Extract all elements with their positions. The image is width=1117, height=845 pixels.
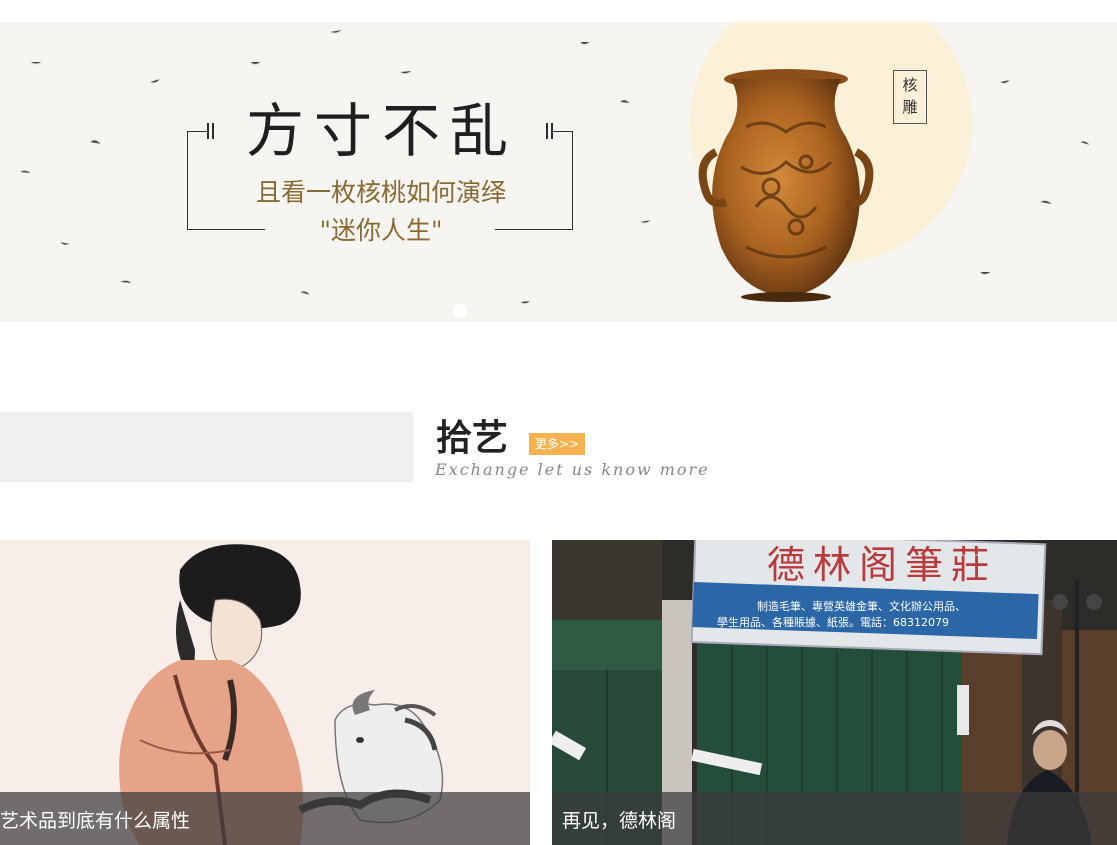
label-char-1: 核 [902,76,918,94]
section-bar [0,412,413,482]
hero-banner[interactable]: 方寸不乱 且看一枚核桃如何演绎 "迷你人生" 核 雕 [0,22,1117,322]
category-label: 核 雕 [893,70,927,124]
sign-main-text: 德林阁筆莊 [767,543,997,587]
banner-title: 方寸不乱 [245,97,518,165]
banner-subtitle-line2: "迷你人生" [319,216,443,245]
banner-subtitle-line1: 且看一枚核桃如何演绎 [255,178,506,207]
sign-line-1: 制造毛筆、專營英雄金筆、文化辦公用品、 [757,599,966,613]
banner-subtitle: 且看一枚核桃如何演绎 "迷你人生" [190,174,572,250]
carousel-dot[interactable] [453,304,467,318]
article-card[interactable]: 德林阁筆莊 制造毛筆、專營英雄金筆、文化辦公用品、 學生用品、各種賬據、紙張。電… [552,540,1117,845]
article-card[interactable]: 艺术品到底有什么属性 [0,540,530,845]
section-title: 拾艺 [436,418,509,459]
card-caption: 再见，德林阁 [552,792,1117,845]
sign-line-2: 學生用品、各種賬據、紙張。電話：68312079 [717,615,949,629]
label-char-2: 雕 [902,98,918,116]
carousel-dots [453,303,467,322]
walnut-carving-vase-image [698,69,874,302]
section-subtitle: Exchange let us know more [435,460,710,479]
card-caption: 艺术品到底有什么属性 [0,792,530,845]
more-button[interactable]: 更多>> [529,433,585,455]
